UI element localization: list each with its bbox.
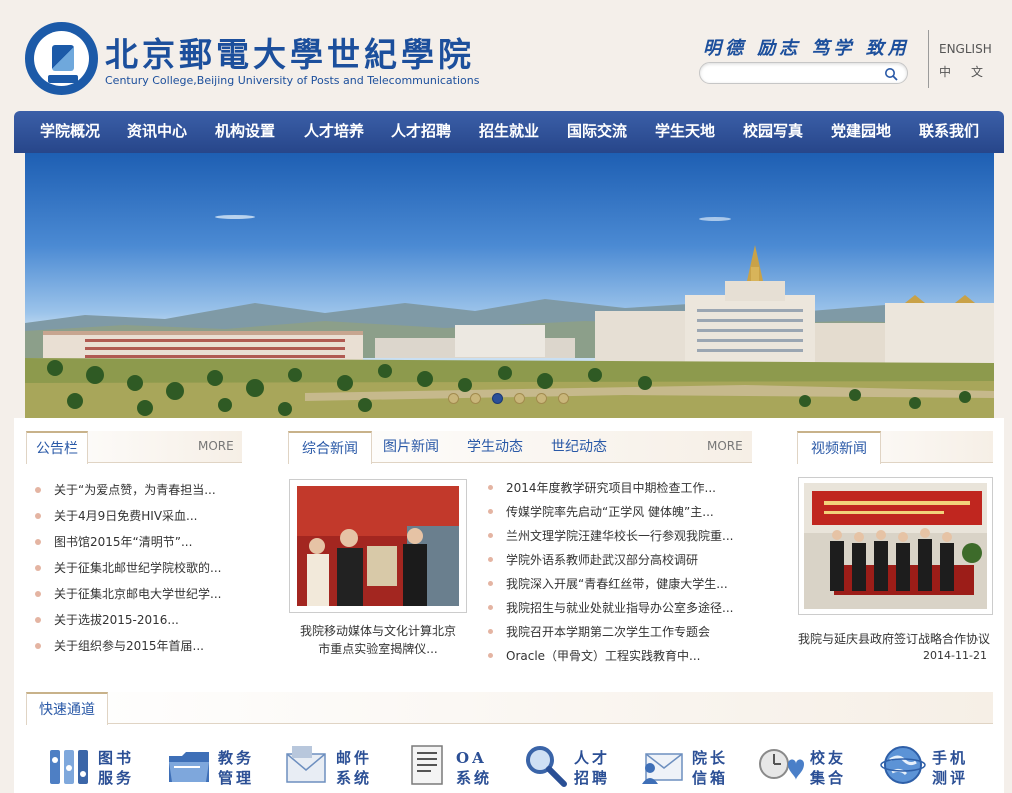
quick-links-header: 快速通道 xyxy=(26,692,993,725)
notice-more-link[interactable]: MORE xyxy=(198,439,234,453)
news-header: 综合新闻 图片新闻 学生动态 世纪动态 MORE xyxy=(288,431,752,464)
document-icon xyxy=(411,745,443,785)
video-date: 2014-11-21 xyxy=(923,649,987,662)
school-name-cn: 北京郵電大學世紀學院 xyxy=(105,35,475,74)
news-item[interactable]: 2014年度教学研究项目中期检查工作... xyxy=(506,479,716,496)
news-item[interactable]: 我院召开本学期第二次学生工作专题会 xyxy=(506,623,710,640)
nav-item-admissions[interactable]: 招生就业 xyxy=(479,111,539,153)
bullet-icon xyxy=(35,539,41,545)
bullet-icon xyxy=(488,509,493,514)
slide-dot-6[interactable] xyxy=(558,393,569,404)
quick-link-label: 邮件系统 xyxy=(336,749,373,787)
video-caption[interactable]: 我院与延庆县政府签订战略合作协议 xyxy=(790,630,998,647)
school-motto: 明德 励志 笃学 致用 xyxy=(703,38,910,59)
bullet-icon xyxy=(35,617,41,623)
tab-student-news[interactable]: 学生动态 xyxy=(467,431,523,463)
slide-dot-1[interactable] xyxy=(448,393,459,404)
bullet-icon xyxy=(35,513,41,519)
quick-link-label: 校友集合 xyxy=(810,749,847,787)
nav-item-contact[interactable]: 联系我们 xyxy=(919,111,979,153)
bullet-icon xyxy=(35,487,41,493)
tab-century-news[interactable]: 世纪动态 xyxy=(551,431,607,463)
bullet-icon xyxy=(35,565,41,571)
language-divider xyxy=(928,30,929,88)
news-item[interactable]: 我院深入开展“青春红丝带，健康大学生... xyxy=(506,575,728,592)
slide-dot-4[interactable] xyxy=(514,393,525,404)
nav-item-about[interactable]: 学院概况 xyxy=(40,111,100,153)
video-tab[interactable]: 视频新闻 xyxy=(797,431,881,464)
heart-clock-icon xyxy=(759,749,804,780)
news-photo-frame[interactable] xyxy=(289,479,467,613)
main-nav: 学院概况 资讯中心 机构设置 人才培养 人才招聘 招生就业 国际交流 学生天地 … xyxy=(14,111,1004,153)
bullet-icon xyxy=(488,629,493,634)
bullet-icon xyxy=(488,653,493,658)
video-header: 视频新闻 xyxy=(797,431,993,464)
bullet-icon xyxy=(488,557,493,562)
bullet-icon xyxy=(488,533,493,538)
slide-dot-2[interactable] xyxy=(470,393,481,404)
quick-link-label: OA系统 xyxy=(456,749,493,787)
quick-links-tab[interactable]: 快速通道 xyxy=(26,692,108,725)
nav-item-campus-photos[interactable]: 校园写真 xyxy=(743,111,803,153)
bullet-icon xyxy=(35,591,41,597)
nav-item-party[interactable]: 党建园地 xyxy=(831,111,891,153)
quick-link-label: 手机测评 xyxy=(932,749,969,787)
nav-item-students[interactable]: 学生天地 xyxy=(655,111,715,153)
page: { "header": { "school_name_cn": "北京郵電大學世… xyxy=(0,0,1012,793)
quick-link-label: 院长信箱 xyxy=(692,749,729,787)
nav-item-departments[interactable]: 机构设置 xyxy=(215,111,275,153)
notice-tab[interactable]: 公告栏 xyxy=(26,431,88,464)
language-chinese-link[interactable]: 中文 xyxy=(939,63,1003,80)
school-name-en: Century College,Beijing University of Po… xyxy=(105,74,480,87)
notice-item[interactable]: 关于4月9日免费HIV采血... xyxy=(54,507,198,524)
video-thumbnail-image xyxy=(804,483,987,609)
slide-dot-5[interactable] xyxy=(536,393,547,404)
mail-icon xyxy=(286,746,326,783)
news-item[interactable]: 学院外语系教师赴武汉部分高校调研 xyxy=(506,551,698,568)
notice-header: 公告栏 MORE xyxy=(26,431,242,464)
search-box xyxy=(699,62,908,84)
nav-item-international[interactable]: 国际交流 xyxy=(567,111,627,153)
news-item[interactable]: Oracle（甲骨文）工程实践教育中... xyxy=(506,647,701,664)
banner-slideshow[interactable] xyxy=(25,153,994,418)
bullet-icon xyxy=(488,581,493,586)
quick-link-label: 教务管理 xyxy=(218,749,255,787)
news-photo-image xyxy=(297,486,459,606)
notice-item[interactable]: 关于“为爱点赞，为青春担当... xyxy=(54,481,216,498)
envelope-user-icon xyxy=(642,753,683,784)
quick-link-label: 图书服务 xyxy=(98,749,135,787)
news-item[interactable]: 兰州文理学院汪建华校长一行参观我院重... xyxy=(506,527,733,544)
news-more-link[interactable]: MORE xyxy=(707,439,743,453)
logo-area[interactable]: 北京郵電大學世紀學院 Century College,Beijing Unive… xyxy=(25,22,479,95)
notice-item[interactable]: 关于组织参与2015年首届... xyxy=(54,637,204,654)
nav-item-recruitment[interactable]: 人才招聘 xyxy=(391,111,451,153)
search-icon[interactable] xyxy=(884,67,898,81)
slide-dot-3[interactable] xyxy=(492,393,503,404)
notice-item[interactable]: 关于选拔2015-2016... xyxy=(54,611,179,628)
news-item[interactable]: 传媒学院率先启动“正学风 健体魄”主... xyxy=(506,503,714,520)
globe-icon xyxy=(880,746,926,784)
bullet-icon xyxy=(488,485,493,490)
library-icon xyxy=(50,750,88,784)
notice-item[interactable]: 关于征集北京邮电大学世纪学... xyxy=(54,585,221,602)
video-thumbnail-frame[interactable] xyxy=(798,477,993,615)
notice-item[interactable]: 关于征集北邮世纪学院校歌的... xyxy=(54,559,221,576)
tab-general-news[interactable]: 综合新闻 xyxy=(288,431,372,464)
tab-photo-news[interactable]: 图片新闻 xyxy=(383,431,439,463)
magnifier-icon xyxy=(526,746,567,787)
notice-item[interactable]: 图书馆2015年“清明节”... xyxy=(54,533,192,550)
nav-item-news-center[interactable]: 资讯中心 xyxy=(127,111,187,153)
bullet-icon xyxy=(35,643,41,649)
nav-item-education[interactable]: 人才培养 xyxy=(304,111,364,153)
language-english-link[interactable]: ENGLISH xyxy=(939,42,992,56)
campus-panorama-image xyxy=(25,215,994,418)
quick-link-label: 人才招聘 xyxy=(574,749,611,787)
news-photo-caption[interactable]: 我院移动媒体与文化计算北京市重点实验室揭牌仪... xyxy=(298,622,458,658)
news-item[interactable]: 我院招生与就业处就业指导办公室多途径... xyxy=(506,599,733,616)
folder-icon xyxy=(169,752,209,782)
bullet-icon xyxy=(488,605,493,610)
search-input[interactable] xyxy=(710,66,875,81)
college-logo-icon xyxy=(25,22,98,95)
